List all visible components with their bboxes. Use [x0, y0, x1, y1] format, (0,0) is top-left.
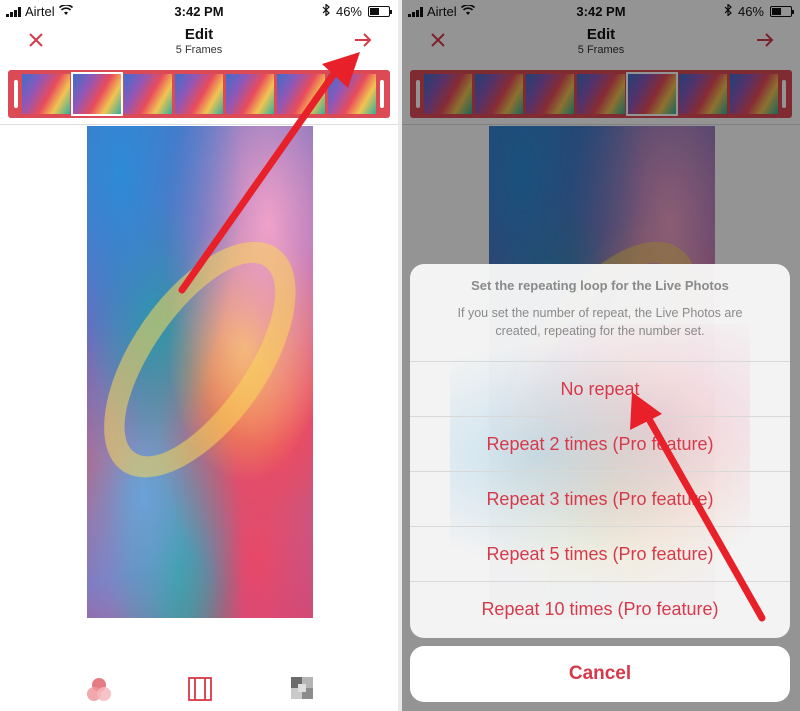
frame-thumbnail[interactable] — [124, 74, 172, 114]
arrow-right-icon[interactable] — [354, 28, 372, 54]
battery-icon — [368, 6, 392, 17]
frame-thumbnail[interactable] — [226, 74, 274, 114]
frame-thumbnail[interactable] — [328, 74, 376, 114]
option-repeat-2[interactable]: Repeat 2 times (Pro feature) — [410, 416, 790, 471]
effects-icon[interactable] — [86, 677, 112, 708]
option-repeat-5[interactable]: Repeat 5 times (Pro feature) — [410, 526, 790, 581]
mosaic-icon[interactable] — [291, 677, 313, 704]
sheet-title: Set the repeating loop for the Live Phot… — [471, 278, 729, 293]
nav-bar: Edit 5 Frames — [0, 22, 398, 64]
status-bar: Airtel 3:42 PM 46% — [0, 0, 398, 22]
divider — [0, 124, 398, 125]
sheet-message: If you set the number of repeat, the Liv… — [457, 306, 743, 338]
frame-thumbnail[interactable] — [22, 74, 70, 114]
action-sheet: Set the repeating loop for the Live Phot… — [410, 264, 790, 638]
frame-thumbnail[interactable] — [175, 74, 223, 114]
trim-handle-right[interactable] — [380, 80, 384, 108]
edit-screen: Airtel 3:42 PM 46% Edit 5 Frames — [0, 0, 398, 711]
battery-percent: 46% — [335, 4, 362, 19]
option-repeat-3[interactable]: Repeat 3 times (Pro feature) — [410, 471, 790, 526]
repeat-sheet-screen: Airtel 3:42 PM 46% Edit 5 Frames Set the… — [402, 0, 800, 711]
frame-count: 5 Frames — [175, 44, 223, 56]
bottom-toolbar — [0, 669, 398, 711]
trim-handle-left[interactable] — [14, 80, 18, 108]
frames-icon[interactable] — [188, 677, 212, 706]
cancel-button[interactable]: Cancel — [410, 646, 790, 702]
frame-thumbnail[interactable] — [71, 72, 123, 116]
status-right: 46% — [322, 3, 392, 19]
photo-preview — [87, 126, 313, 618]
frame-timeline[interactable] — [8, 70, 390, 118]
option-no-repeat[interactable]: No repeat — [410, 361, 790, 416]
photo-swirl — [87, 209, 313, 510]
page-title: Edit — [184, 26, 214, 43]
option-repeat-10[interactable]: Repeat 10 times (Pro feature) — [410, 581, 790, 636]
bluetooth-icon — [322, 3, 330, 19]
frame-thumbnail[interactable] — [277, 74, 325, 114]
